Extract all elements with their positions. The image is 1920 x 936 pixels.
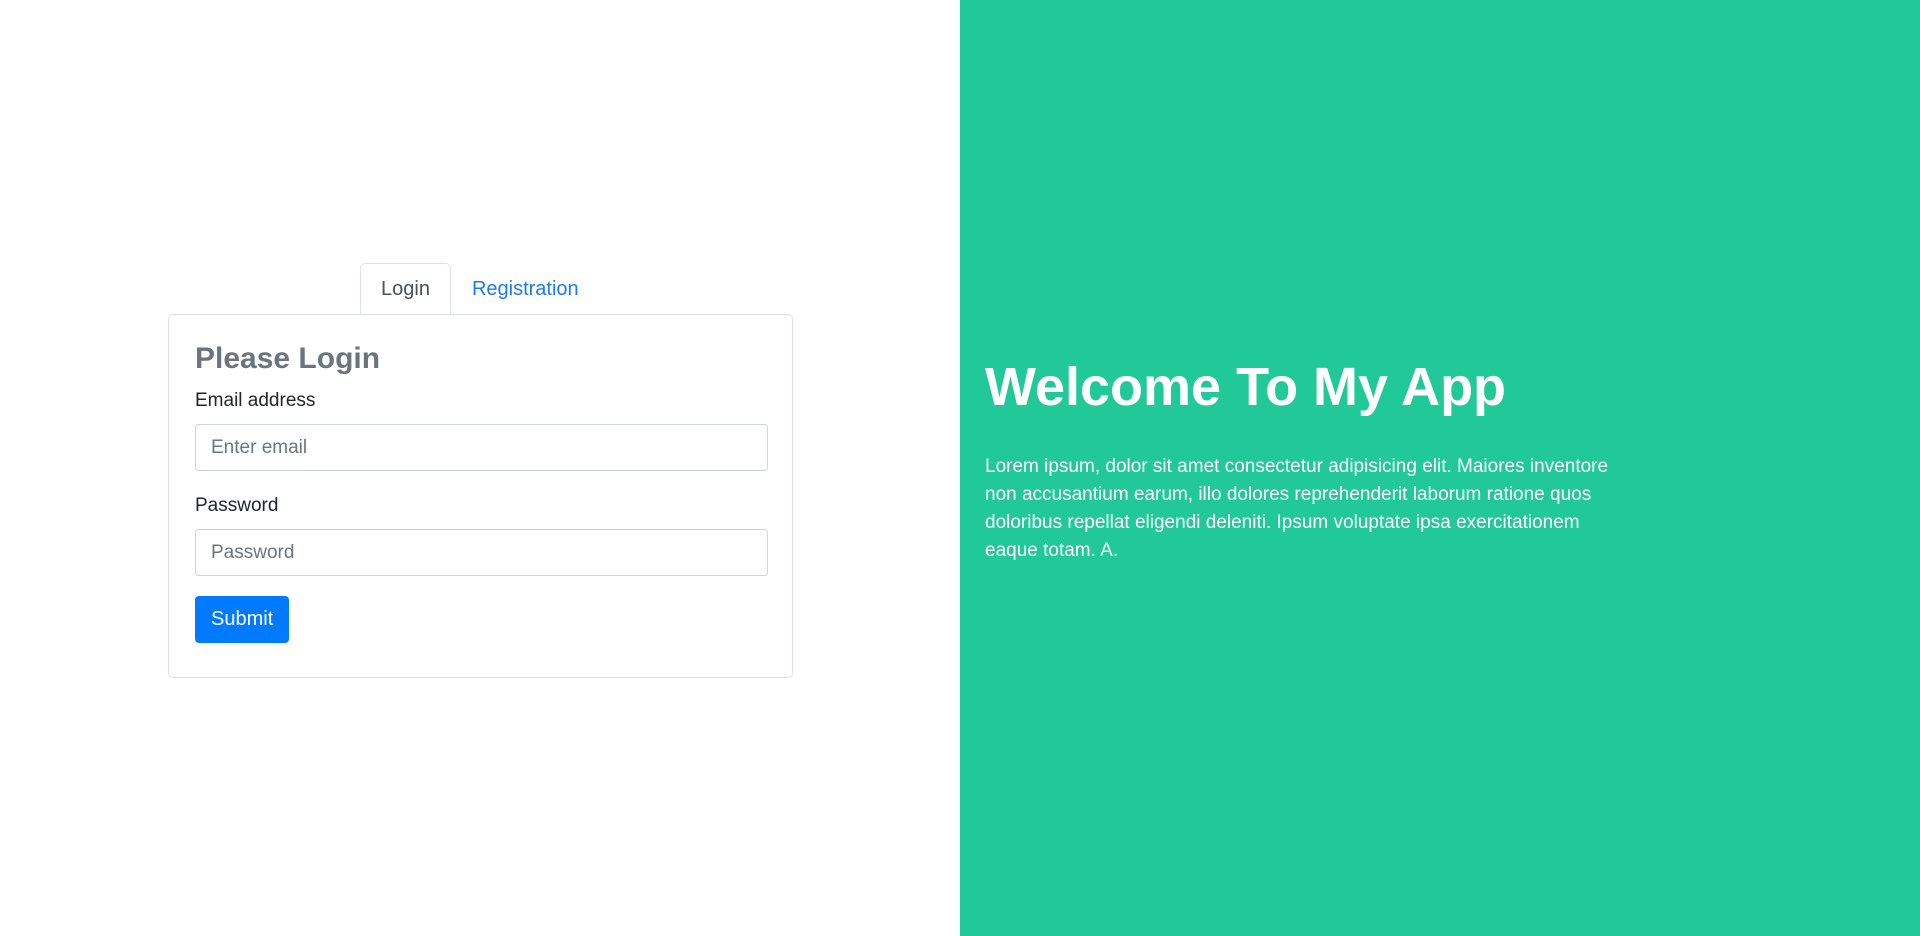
tab-registration[interactable]: Registration xyxy=(451,263,600,315)
login-card: Please Login Email address Password Subm… xyxy=(168,314,793,678)
auth-tabs: Login Registration xyxy=(360,261,600,315)
welcome-text: Lorem ipsum, dolor sit amet consectetur … xyxy=(985,456,1609,561)
password-field[interactable] xyxy=(195,529,768,576)
welcome-title: Welcome To My App xyxy=(985,357,1507,417)
page: Login Registration Please Login Email ad… xyxy=(0,0,1920,936)
email-label: Email address xyxy=(195,390,316,411)
submit-button[interactable]: Submit xyxy=(195,596,290,643)
tab-login[interactable]: Login xyxy=(360,263,451,315)
login-card-title: Please Login xyxy=(195,342,381,375)
login-pane: Login Registration Please Login Email ad… xyxy=(0,0,960,936)
email-field[interactable] xyxy=(195,424,768,471)
password-label: Password xyxy=(195,495,279,516)
welcome-pane: Welcome To My App Lorem ipsum, dolor sit… xyxy=(960,0,1920,936)
